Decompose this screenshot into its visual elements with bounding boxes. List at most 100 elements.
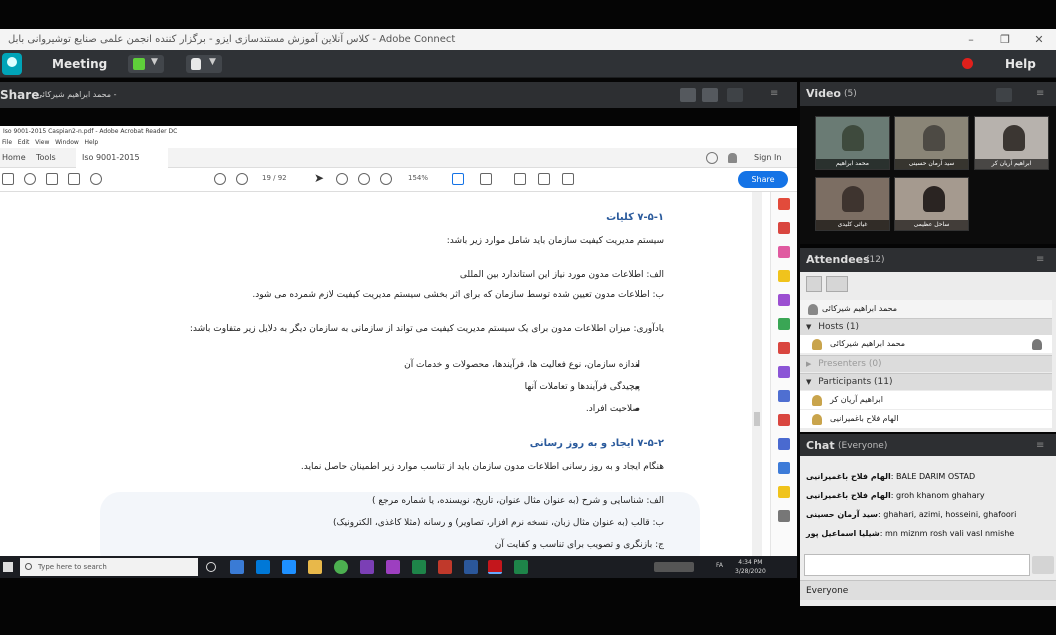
prepare-form-icon[interactable]: [778, 438, 790, 450]
measure-icon[interactable]: [778, 462, 790, 474]
acrobat-share-button[interactable]: Share: [738, 171, 788, 188]
send-for-signature-icon[interactable]: [778, 366, 790, 378]
word-icon[interactable]: [464, 560, 478, 574]
attendee-row[interactable]: ابراهیم آریان کر: [800, 391, 1052, 409]
maximize-button[interactable]: ❐: [988, 29, 1022, 50]
menu-edit[interactable]: Edit: [18, 139, 30, 146]
taskbar-search[interactable]: Type here to search: [20, 558, 198, 576]
email-icon[interactable]: [68, 173, 80, 185]
edge-icon[interactable]: [282, 560, 296, 574]
print-icon[interactable]: [46, 173, 58, 185]
create-pdf-icon[interactable]: [778, 222, 790, 234]
excel-window-icon[interactable]: [514, 560, 528, 574]
edit-pdf-icon[interactable]: [778, 246, 790, 258]
document-scrollbar[interactable]: [752, 192, 762, 576]
acrobat-taskbar-icon[interactable]: [488, 560, 502, 574]
meeting-menu[interactable]: Meeting: [52, 50, 107, 78]
video-tile[interactable]: غیاثی کلیدی: [815, 177, 890, 231]
prev-page-icon[interactable]: [214, 173, 226, 185]
attendee-row[interactable]: محمد ابراهیم شیرکائی: [800, 335, 1052, 353]
taskbar-clock[interactable]: 4:34 PM 3/28/2020: [735, 558, 766, 576]
zoom-in-icon[interactable]: [380, 173, 392, 185]
pod-options-icon[interactable]: ≡: [1036, 440, 1050, 452]
protect-icon[interactable]: [778, 390, 790, 402]
bell-icon[interactable]: [728, 153, 737, 163]
chevron-down-icon[interactable]: ▼: [209, 57, 216, 67]
chat-recipient-selector[interactable]: Everyone: [800, 580, 1056, 600]
select-cursor-icon[interactable]: ➤: [314, 171, 324, 185]
hand-tool-icon[interactable]: [336, 173, 348, 185]
zoom-out-icon[interactable]: [358, 173, 370, 185]
comment-tool-icon[interactable]: [778, 270, 790, 282]
participants-section[interactable]: ▼ Participants (11): [800, 373, 1052, 390]
pod-options-icon[interactable]: ≡: [1036, 88, 1050, 100]
menu-file[interactable]: File: [2, 139, 12, 146]
comment-icon[interactable]: [514, 173, 526, 185]
tab-home[interactable]: Home: [2, 148, 26, 168]
fullscreen-icon[interactable]: [996, 88, 1012, 102]
video-tile[interactable]: ابراهیم آریان کر: [974, 116, 1049, 170]
compress-icon[interactable]: [778, 414, 790, 426]
bullet-icon: [636, 386, 639, 389]
fit-page-icon[interactable]: [702, 88, 718, 102]
fit-width-icon[interactable]: [680, 88, 696, 102]
store-icon[interactable]: [256, 560, 270, 574]
scrollbar-thumb[interactable]: [754, 412, 760, 426]
my-status-row[interactable]: محمد ابراهیم شیرکائی: [800, 300, 1052, 318]
status-button[interactable]: ▼: [186, 55, 222, 73]
send-message-icon[interactable]: [1032, 556, 1054, 574]
fill-sign-icon[interactable]: [778, 342, 790, 354]
zoom-level[interactable]: 154%: [408, 174, 428, 182]
export-pdf-icon[interactable]: [778, 198, 790, 210]
pod-options-icon[interactable]: ≡: [1036, 254, 1050, 266]
onenote-icon[interactable]: [386, 560, 400, 574]
tab-document[interactable]: Iso 9001-2015 Casp... ×: [76, 148, 168, 182]
scroll-mode-icon[interactable]: [480, 173, 492, 185]
video-tile[interactable]: محمد ابراهیم: [815, 116, 890, 170]
presenters-section[interactable]: ▶ Presenters (0): [800, 355, 1052, 372]
more-tools-icon[interactable]: [778, 510, 790, 522]
stamp-icon[interactable]: [778, 486, 790, 498]
cortana-icon[interactable]: [206, 562, 216, 572]
menu-view[interactable]: View: [35, 139, 49, 146]
video-tile[interactable]: سید آرمان حسینی: [894, 116, 969, 170]
tab-tools[interactable]: Tools: [36, 148, 56, 168]
next-page-icon[interactable]: [236, 173, 248, 185]
pod-options-icon[interactable]: ≡: [770, 88, 784, 100]
help-menu[interactable]: Help: [1005, 50, 1036, 78]
breakout-view-icon[interactable]: [826, 276, 848, 292]
visual-studio-icon[interactable]: [360, 560, 374, 574]
fit-page-tool-icon[interactable]: [452, 173, 464, 185]
help-circle-icon[interactable]: [706, 152, 718, 164]
speaker-button[interactable]: ▼: [128, 55, 164, 73]
video-tile[interactable]: ساحل عظیمی: [894, 177, 969, 231]
organize-pages-icon[interactable]: [778, 318, 790, 330]
menu-help[interactable]: Help: [85, 139, 99, 146]
sign-icon[interactable]: [562, 173, 574, 185]
recording-indicator-icon[interactable]: [962, 58, 973, 69]
search-icon[interactable]: [90, 173, 102, 185]
highlight-pen-icon[interactable]: [538, 173, 550, 185]
file-explorer-icon[interactable]: [308, 560, 322, 574]
upload-icon[interactable]: [24, 173, 36, 185]
minimize-button[interactable]: –: [954, 29, 988, 50]
powerpoint-icon[interactable]: [438, 560, 452, 574]
system-tray-icons[interactable]: [654, 562, 694, 572]
language-indicator[interactable]: FA: [716, 562, 723, 569]
sign-in-link[interactable]: Sign In: [754, 148, 781, 168]
chat-input[interactable]: [804, 554, 1030, 576]
close-button[interactable]: ✕: [1022, 29, 1056, 50]
save-icon[interactable]: [2, 173, 14, 185]
chrome-icon[interactable]: [334, 560, 348, 574]
windows-start-icon[interactable]: [3, 562, 13, 572]
attendee-row[interactable]: الهام فلاح باغمیرانیی: [800, 410, 1052, 428]
task-view-icon[interactable]: [230, 560, 244, 574]
menu-window[interactable]: Window: [55, 139, 79, 146]
excel-icon[interactable]: [412, 560, 426, 574]
chevron-down-icon[interactable]: ▼: [151, 57, 158, 67]
combine-files-icon[interactable]: [778, 294, 790, 306]
fullscreen-icon[interactable]: [727, 88, 743, 102]
page-indicator[interactable]: 19 / 92: [262, 174, 287, 182]
list-view-icon[interactable]: [806, 276, 822, 292]
hosts-section[interactable]: ▼ Hosts (1): [800, 318, 1052, 335]
